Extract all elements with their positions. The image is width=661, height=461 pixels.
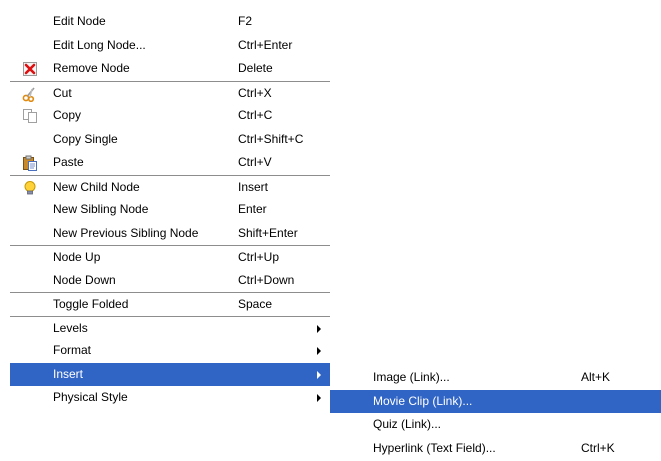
menu-item-label: Edit Long Node... [53,37,146,52]
menu-item-shortcut: F2 [238,14,253,28]
submenu-item-movie-clip-link[interactable]: Movie Clip (Link)... [330,389,661,413]
menu-item-label: Copy [53,108,82,122]
menu-item-shortcut: Ctrl+Up [238,250,280,264]
menu-item-insert[interactable]: Insert [10,362,330,386]
menu-item-new-child-node[interactable]: New Child Node Insert [10,174,330,199]
submenu-item-image-link[interactable]: Image (Link)... Alt+K [330,366,661,390]
paste-icon [22,155,38,171]
scissors-icon [22,86,38,102]
menu-item-shortcut: Insert [238,179,269,194]
submenu-arrow-icon [317,394,321,402]
menu-item-label: Quiz (Link)... [373,417,442,431]
context-menu: Edit Node F2 Edit Long Node... Ctrl+Ente… [10,10,330,410]
menu-item-shortcut: Ctrl+X [238,85,272,100]
menu-item-shortcut: Ctrl+V [238,155,272,169]
menu-item-paste[interactable]: Paste Ctrl+V [10,151,330,175]
menu-item-label: Node Up [53,250,101,264]
submenu-arrow-icon [317,347,321,355]
menu-item-label: Node Down [53,272,116,287]
menu-item-label: Image (Link)... [373,370,450,384]
menu-item-label: Cut [53,85,72,100]
menu-item-label: Insert [53,366,84,381]
menu-item-label: Format [53,343,92,357]
menu-item-label: New Sibling Node [53,202,149,216]
menu-item-shortcut: Enter [238,202,267,216]
submenu-item-hyperlink-text-field[interactable]: Hyperlink (Text Field)... Ctrl+K [330,437,661,461]
menu-item-copy-single[interactable]: Copy Single Ctrl+Shift+C [10,128,330,152]
menu-item-shortcut: Alt+K [581,370,611,384]
menu-item-label: Physical Style [53,390,128,404]
menu-item-remove-node[interactable]: Remove Node Delete [10,57,330,81]
copy-icon [22,108,38,124]
menu-item-edit-node[interactable]: Edit Node F2 [10,10,330,34]
menu-item-cut[interactable]: Cut Ctrl+X [10,80,330,105]
menu-item-label: Movie Clip (Link)... [373,393,473,408]
menu-item-label: Edit Node [53,14,106,28]
menu-item-label: Hyperlink (Text Field)... [373,440,496,455]
submenu-item-quiz-link[interactable]: Quiz (Link)... [330,413,661,437]
menu-item-shortcut: Ctrl+C [238,108,273,122]
menu-item-shortcut: Ctrl+Down [238,272,295,287]
menu-item-toggle-folded[interactable]: Toggle Folded Space [10,292,330,316]
menu-item-label: Levels [53,320,88,335]
remove-icon [22,61,38,77]
menu-item-label: Copy Single [53,131,118,146]
menu-item-label: Remove Node [53,61,130,75]
menu-item-format[interactable]: Format [10,339,330,363]
menu-item-shortcut: Shift+Enter [238,225,298,240]
insert-submenu: Image (Link)... Alt+K Movie Clip (Link).… [330,366,661,460]
menu-item-new-sibling-node[interactable]: New Sibling Node Enter [10,198,330,222]
menu-item-node-down[interactable]: Node Down Ctrl+Down [10,269,330,293]
menu-item-shortcut: Ctrl+Shift+C [238,131,304,146]
menu-item-levels[interactable]: Levels [10,315,330,340]
menu-item-label: New Child Node [53,179,140,194]
menu-item-label: Paste [53,155,84,169]
menu-item-shortcut: Ctrl+K [581,440,615,455]
menu-item-label: Toggle Folded [53,297,129,311]
submenu-arrow-icon [317,324,321,333]
menu-item-physical-style[interactable]: Physical Style [10,386,330,410]
menu-item-shortcut: Ctrl+Enter [238,37,293,52]
menu-item-label: New Previous Sibling Node [53,225,199,240]
menu-item-edit-long-node[interactable]: Edit Long Node... Ctrl+Enter [10,34,330,58]
menu-item-copy[interactable]: Copy Ctrl+C [10,104,330,128]
menu-item-shortcut: Space [238,297,273,311]
menu-item-node-up[interactable]: Node Up Ctrl+Up [10,245,330,269]
submenu-arrow-icon [317,370,321,379]
menu-item-new-previous-sibling-node[interactable]: New Previous Sibling Node Shift+Enter [10,222,330,246]
lightbulb-icon [22,180,38,196]
menu-item-shortcut: Delete [238,61,273,75]
